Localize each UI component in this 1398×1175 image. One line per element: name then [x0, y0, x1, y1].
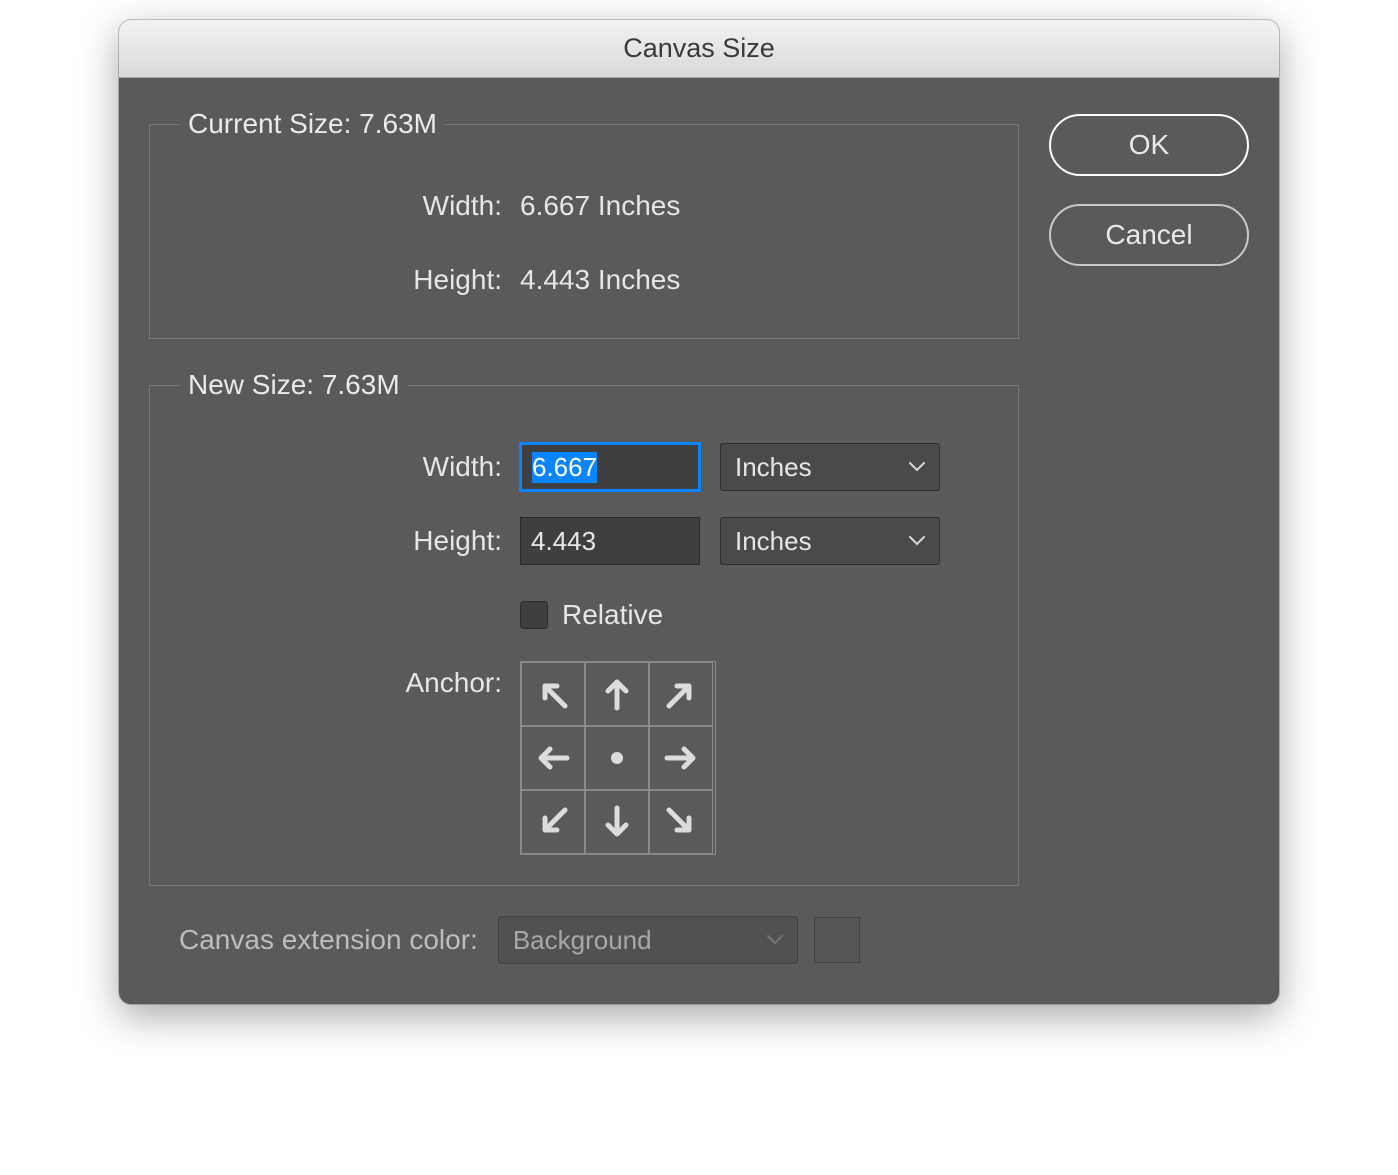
new-width-input[interactable]: [520, 443, 700, 491]
anchor-top[interactable]: [585, 662, 649, 726]
current-size-group: Current Size: 7.63M Width: 6.667 Inches …: [149, 108, 1019, 339]
dialog-body: Current Size: 7.63M Width: 6.667 Inches …: [119, 78, 1279, 1004]
chevron-down-icon: [767, 935, 783, 945]
anchor-bottom[interactable]: [585, 790, 649, 854]
current-height-row: Height: 4.443 Inches: [180, 252, 988, 308]
anchor-top-left[interactable]: [521, 662, 585, 726]
chevron-down-icon: [909, 536, 925, 546]
new-width-unit-select[interactable]: Inches: [720, 443, 940, 491]
anchor-row: Anchor:: [180, 661, 988, 855]
new-height-unit-select[interactable]: Inches: [720, 517, 940, 565]
anchor-left[interactable]: [521, 726, 585, 790]
current-width-row: Width: 6.667 Inches: [180, 178, 988, 234]
new-height-input[interactable]: [520, 517, 700, 565]
cancel-button[interactable]: Cancel: [1049, 204, 1249, 266]
extension-color-label: Canvas extension color:: [179, 924, 478, 956]
canvas-size-dialog: Canvas Size Current Size: 7.63M Width: 6…: [119, 20, 1279, 1004]
anchor-picker: [520, 661, 716, 855]
new-size-legend: New Size: 7.63M: [180, 369, 408, 401]
new-height-unit-value: Inches: [735, 526, 812, 557]
new-size-group: New Size: 7.63M Width: Inches Height:: [149, 369, 1019, 886]
new-width-row: Width: Inches: [180, 439, 988, 495]
ok-button[interactable]: OK: [1049, 114, 1249, 176]
anchor-bottom-left[interactable]: [521, 790, 585, 854]
new-height-row: Height: Inches: [180, 513, 988, 569]
new-width-unit-value: Inches: [735, 452, 812, 483]
anchor-top-right[interactable]: [649, 662, 713, 726]
current-width-label: Width:: [180, 190, 520, 222]
relative-row: Relative: [180, 587, 988, 643]
new-height-label: Height:: [180, 525, 520, 557]
anchor-label: Anchor:: [180, 661, 520, 699]
relative-checkbox[interactable]: [520, 601, 548, 629]
anchor-center[interactable]: [585, 726, 649, 790]
extension-color-swatch[interactable]: [814, 917, 860, 963]
current-width-value: 6.667 Inches: [520, 190, 680, 222]
dialog-title: Canvas Size: [623, 33, 775, 64]
anchor-right[interactable]: [649, 726, 713, 790]
chevron-down-icon: [909, 462, 925, 472]
dialog-main-column: Current Size: 7.63M Width: 6.667 Inches …: [149, 108, 1019, 964]
current-size-legend: Current Size: 7.63M: [180, 108, 445, 140]
extension-color-row: Canvas extension color: Background: [149, 916, 1019, 964]
extension-color-select: Background: [498, 916, 798, 964]
new-width-label: Width:: [180, 451, 520, 483]
current-height-value: 4.443 Inches: [520, 264, 680, 296]
relative-label: Relative: [562, 599, 663, 631]
dialog-titlebar: Canvas Size: [119, 20, 1279, 78]
dialog-button-column: OK Cancel: [1049, 108, 1249, 964]
anchor-bottom-right[interactable]: [649, 790, 713, 854]
current-height-label: Height:: [180, 264, 520, 296]
extension-color-value: Background: [513, 925, 652, 956]
